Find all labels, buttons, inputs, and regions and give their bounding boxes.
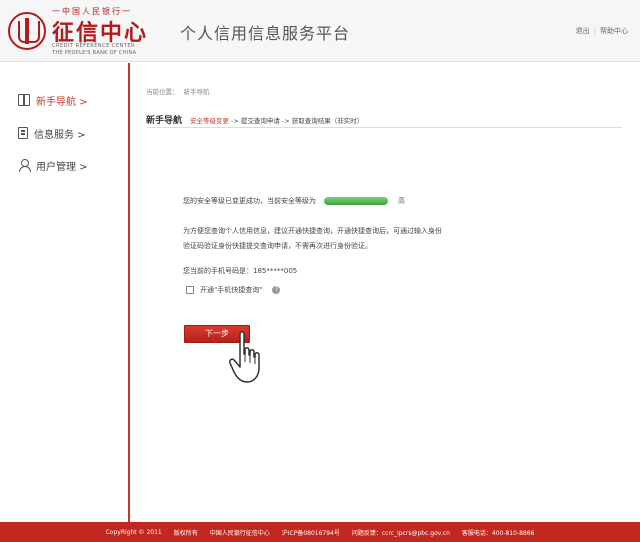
quick-query-label[interactable]: 开通"手机快捷查询" [200, 285, 262, 295]
sidebar: 新手导航 > 信息服务 > 用户管理 > [0, 63, 128, 522]
sidebar-item-label: 新手导航 > [36, 96, 88, 108]
header: 一中国人民银行一 征信中心 CREDIT REFERENCE CENTER TH… [0, 0, 640, 62]
footer-rights: 版权所有 [173, 529, 198, 537]
sidebar-item-info-service[interactable]: 信息服务 > [18, 123, 86, 143]
book-icon [18, 94, 30, 106]
breadcrumb: 当前位置： 新手导航 [146, 86, 215, 96]
step-remaining: -> 提交查询申请 -> 获取查询结果（非实时） [231, 116, 364, 125]
security-level-word: 高 [398, 197, 405, 205]
breadcrumb-prefix: 当前位置： [146, 88, 179, 96]
step-current: 安全等级变更 [190, 116, 230, 125]
steps-title: 新手导航 [146, 116, 183, 126]
top-links: 退出 | 帮助中心 [576, 26, 628, 36]
advice-text: 为方便您查询个人信用信息，建议开通快捷查询，开通快捷查询后，可通过输入身份验证码… [183, 227, 442, 250]
security-message-text: 您的安全等级已变更成功，当前安全等级为 [183, 197, 316, 205]
user-icon [18, 159, 31, 172]
logo[interactable]: 一中国人民银行一 征信中心 CREDIT REFERENCE CENTER TH… [8, 6, 148, 56]
breadcrumb-current: 新手导航 [183, 88, 210, 96]
footer-icp[interactable]: 沪ICP备08016794号 [282, 528, 340, 537]
sidebar-divider [128, 63, 130, 522]
sidebar-item-label: 信息服务 > [34, 129, 86, 141]
logout-link[interactable]: 退出 [576, 27, 590, 35]
sidebar-item-beginner-guide[interactable]: 新手导航 > [18, 90, 88, 110]
site-title: 个人信用信息服务平台 [180, 24, 351, 43]
hand-pointer-icon [229, 331, 260, 383]
top-links-separator: | [593, 27, 596, 35]
steps-bar: 新手导航 安全等级变更 -> 提交查询申请 -> 获取查询结果（非实时） [146, 112, 622, 128]
footer: CopyRight © 2011 版权所有 中国人民银行征信中心 沪ICP备08… [0, 522, 640, 542]
help-center-link[interactable]: 帮助中心 [600, 27, 628, 35]
security-level-message: 您的安全等级已变更成功，当前安全等级为 高 [183, 196, 405, 206]
footer-hotline: 客服电话：400-810-8866 [461, 529, 535, 537]
quick-query-checkbox[interactable] [186, 286, 194, 294]
sidebar-item-label: 用户管理 > [36, 161, 88, 173]
footer-feedback[interactable]: 问题反馈：ccrc_ipcrs@pbc.gov.cn [352, 528, 450, 537]
seal-logo-icon [8, 12, 46, 50]
help-icon[interactable]: ? [272, 286, 281, 294]
phone-number-text: 您当前的手机号码是：185*****005 [183, 267, 298, 275]
quick-query-option: 开通"手机快捷查询" ? [186, 285, 281, 295]
footer-copyright: CopyRight © 2011 [105, 528, 162, 536]
logo-english-line1: CREDIT REFERENCE CENTER [52, 43, 135, 49]
document-icon [18, 127, 28, 139]
sidebar-item-user-management[interactable]: 用户管理 > [18, 155, 88, 175]
footer-org: 中国人民银行征信中心 [209, 529, 270, 537]
security-level-bar [324, 197, 388, 205]
logo-english-line2: THE PEOPLE'S BANK OF CHINA [52, 50, 137, 56]
